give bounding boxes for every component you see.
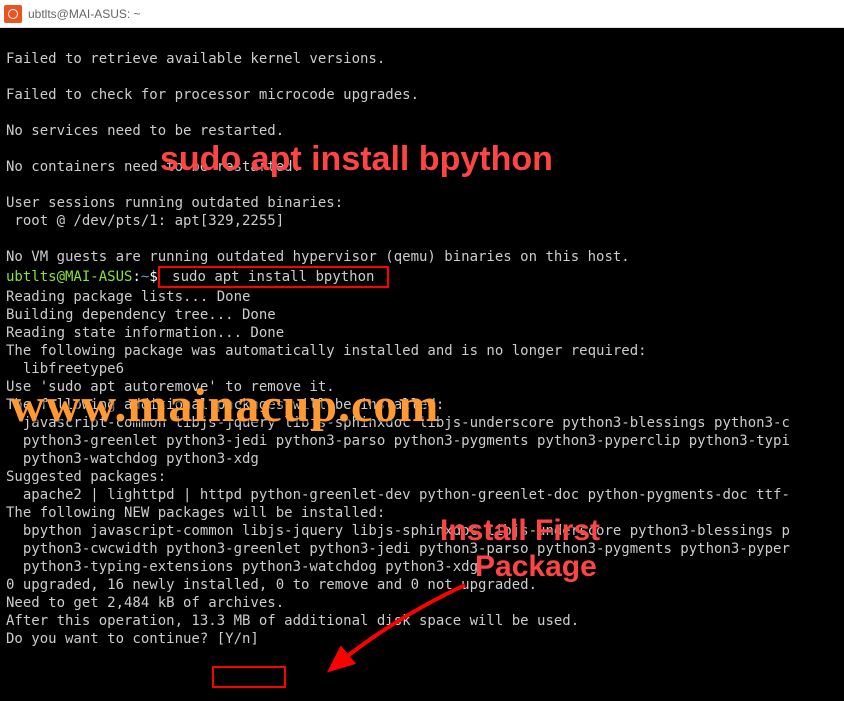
terminal-line: 0 upgraded, 16 newly installed, 0 to rem… <box>6 577 537 593</box>
prompt-dollar: $ <box>149 269 157 285</box>
terminal-line: Do you want to continue? [Y/n] <box>6 631 259 647</box>
window-title: ubtlts@MAI-ASUS: ~ <box>28 7 141 21</box>
terminal-line: Reading state information... Done <box>6 325 284 341</box>
prompt-line: ubtlts@MAI-ASUS:~$ sudo apt install bpyt… <box>6 269 389 285</box>
terminal-line: No VM guests are running outdated hyperv… <box>6 249 630 265</box>
terminal-line: javascript-common libjs-jquery libjs-sph… <box>6 415 790 431</box>
terminal-line: root @ /dev/pts/1: apt[329,2255] <box>6 213 284 229</box>
terminal-line: Reading package lists... Done <box>6 289 250 305</box>
terminal-line: No containers need to be restarted. <box>6 159 301 175</box>
prompt-colon: : <box>132 269 140 285</box>
terminal-line: Building dependency tree... Done <box>6 307 276 323</box>
terminal-output[interactable]: Failed to retrieve available kernel vers… <box>0 28 844 701</box>
terminal-line: apache2 | lighttpd | httpd python-greenl… <box>6 487 790 503</box>
window-titlebar: ubtlts@MAI-ASUS: ~ <box>0 0 844 28</box>
terminal-line: python3-greenlet python3-jedi python3-pa… <box>6 433 790 449</box>
terminal-line: The following package was automatically … <box>6 343 647 359</box>
terminal-line: libfreetype6 <box>6 361 124 377</box>
ubuntu-icon <box>4 5 22 23</box>
terminal-line: Failed to check for processor microcode … <box>6 87 419 103</box>
terminal-line: python3-typing-extensions python3-watchd… <box>6 559 478 575</box>
terminal-line: bpython javascript-common libjs-jquery l… <box>6 523 790 539</box>
terminal-line: User sessions running outdated binaries: <box>6 195 343 211</box>
terminal-line: No services need to be restarted. <box>6 123 284 139</box>
command-input-highlighted[interactable]: sudo apt install bpython <box>158 266 389 288</box>
terminal-line: The following NEW packages will be insta… <box>6 505 385 521</box>
terminal-line: Failed to retrieve available kernel vers… <box>6 51 385 67</box>
terminal-line: Use 'sudo apt autoremove' to remove it. <box>6 379 335 395</box>
prompt-user-host: ubtlts@MAI-ASUS <box>6 269 132 285</box>
terminal-line: After this operation, 13.3 MB of additio… <box>6 613 579 629</box>
terminal-line: The following additional packages will b… <box>6 397 444 413</box>
terminal-line: python3-cwcwidth python3-greenlet python… <box>6 541 790 557</box>
terminal-line: python3-watchdog python3-xdg <box>6 451 259 467</box>
terminal-line: Suggested packages: <box>6 469 166 485</box>
terminal-line: Need to get 2,484 kB of archives. <box>6 595 284 611</box>
